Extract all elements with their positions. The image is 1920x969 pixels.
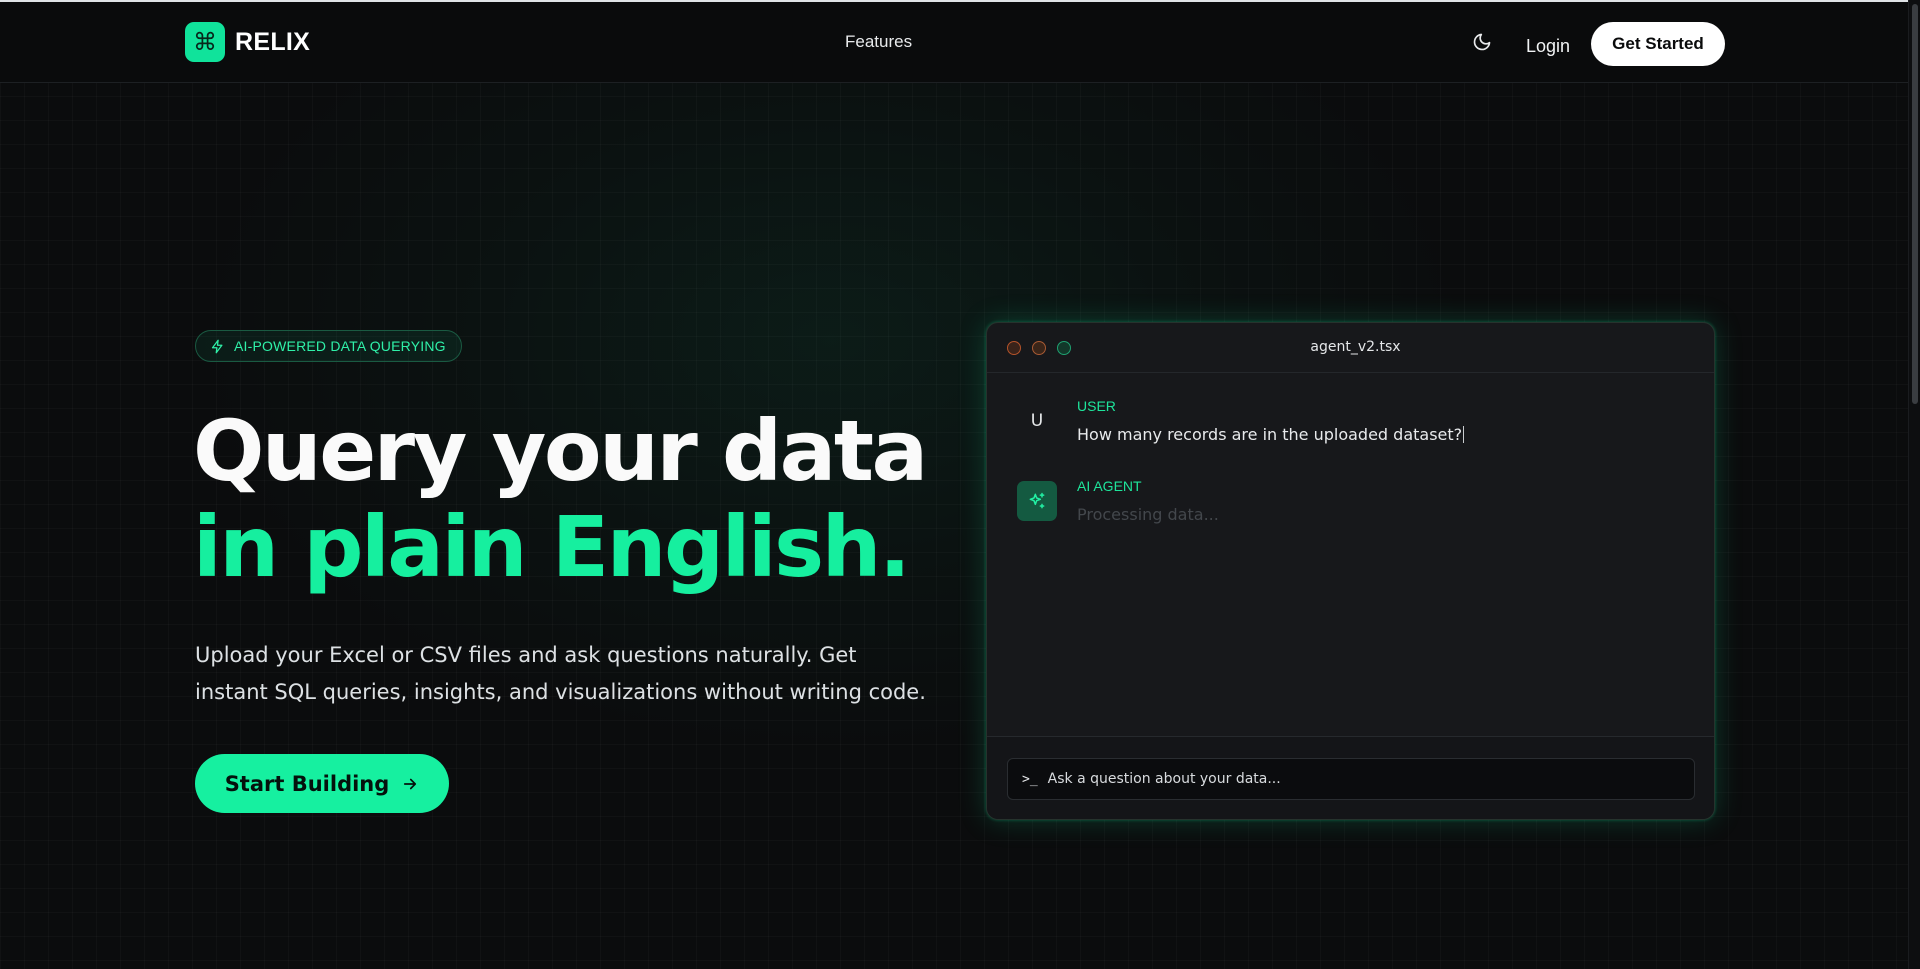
nav-link-features[interactable]: Features [845, 32, 912, 52]
login-link[interactable]: Login [1526, 36, 1570, 57]
hero-title-line-1: Query your data [193, 402, 928, 500]
agent-chat-window: agent_v2.tsx U USER How many records are… [986, 322, 1715, 820]
window-filename: agent_v2.tsx [1310, 339, 1401, 355]
brand-name: RELIX [235, 27, 311, 56]
sparkles-icon [1029, 492, 1045, 509]
question-input-placeholder: Ask a question about your data... [1047, 771, 1281, 787]
start-building-label: Start Building [224, 771, 390, 796]
brand-logo[interactable]: ⌘ RELIX [185, 22, 310, 62]
get-started-button[interactable]: Get Started [1591, 22, 1725, 66]
user-avatar: U [1030, 411, 1044, 431]
message-text: Processing data... [1077, 505, 1219, 524]
hero-title-line-2: in plain English. [193, 498, 911, 596]
message-text: How many records are in the uploaded dat… [1077, 425, 1465, 444]
question-input[interactable]: >_ Ask a question about your data... [1007, 758, 1695, 800]
scrollbar-thumb[interactable] [1912, 4, 1918, 404]
theme-toggle-button[interactable] [1468, 28, 1496, 56]
moon-icon [1473, 33, 1491, 51]
message-role: USER [1077, 398, 1116, 414]
agent-avatar [1017, 481, 1057, 521]
terminal-prompt-icon: >_ [1022, 771, 1038, 787]
zap-icon [211, 339, 223, 353]
hero-title: Query your data in plain English. [193, 402, 928, 596]
window-titlebar: agent_v2.tsx [987, 323, 1714, 373]
arrow-right-icon [404, 778, 417, 789]
hero-subtitle: Upload your Excel or CSV files and ask q… [195, 643, 926, 704]
command-icon: ⌘ [185, 22, 225, 62]
navbar: ⌘ RELIX Features Login Get Started [0, 2, 1908, 83]
badge-label: AI-POWERED DATA QUERYING [234, 338, 446, 354]
message-role: AI AGENT [1077, 478, 1142, 494]
page-scrollbar[interactable] [1908, 0, 1920, 969]
start-building-button[interactable]: Start Building [195, 754, 449, 813]
chat-input-area: >_ Ask a question about your data... [987, 736, 1714, 819]
text-cursor [1463, 426, 1465, 443]
feature-badge: AI-POWERED DATA QUERYING [195, 330, 462, 362]
